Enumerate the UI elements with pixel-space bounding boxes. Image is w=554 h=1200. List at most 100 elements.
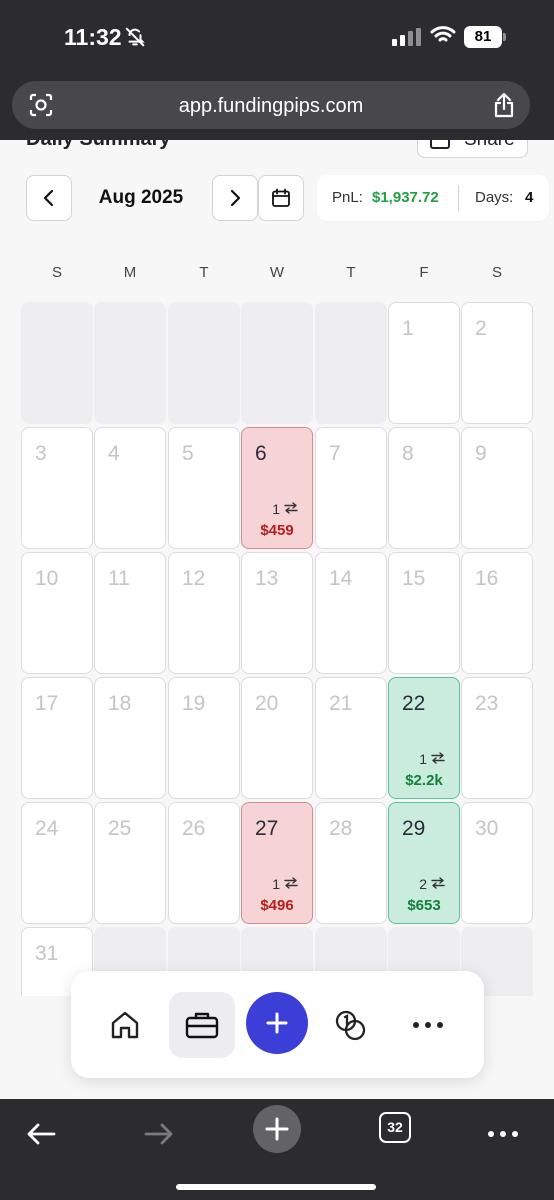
share-button[interactable]: Share	[417, 140, 528, 158]
weekday-label: F	[419, 264, 429, 281]
calendar-day-cell[interactable]: 11	[94, 552, 166, 674]
day-number: 3	[35, 442, 47, 465]
trade-count: 1	[419, 751, 427, 767]
calendar-day-cell[interactable]: 27 1 $496	[241, 802, 313, 924]
home-indicator	[176, 1184, 376, 1190]
day-number: 10	[35, 567, 59, 590]
previous-month-button[interactable]	[26, 175, 72, 221]
day-pnl: $459	[260, 522, 294, 539]
calendar-day-cell[interactable]: 23	[461, 677, 533, 799]
calendar-day-cell[interactable]: 9	[461, 427, 533, 549]
nav-accounts-button[interactable]	[169, 992, 235, 1058]
chevron-right-icon	[230, 189, 241, 207]
day-number: 28	[329, 817, 353, 840]
weekday-label: T	[346, 264, 356, 281]
swap-icon	[431, 752, 445, 764]
browser-forward-button[interactable]	[134, 1109, 184, 1159]
calendar-day-cell[interactable]: 7	[315, 427, 387, 549]
browser-menu-button[interactable]	[478, 1109, 528, 1159]
day-number: 19	[182, 692, 206, 715]
trade-count: 1	[272, 876, 280, 892]
nav-payouts-button[interactable]	[317, 992, 383, 1058]
share-button-label: Share	[464, 140, 515, 151]
url-bar[interactable]: app.fundingpips.com	[12, 81, 530, 129]
cellular-signal-icon	[392, 28, 421, 46]
calendar-day-cell[interactable]: 24	[21, 802, 93, 924]
day-number: 22	[402, 692, 426, 715]
calendar-day-cell[interactable]: 20	[241, 677, 313, 799]
nav-home-button[interactable]	[92, 992, 158, 1058]
trade-count-row: 1	[419, 751, 445, 767]
calendar-day-cell[interactable]: 13	[241, 552, 313, 674]
calendar-day-cell[interactable]: 19	[168, 677, 240, 799]
more-icon	[488, 1131, 518, 1137]
swap-icon	[431, 877, 445, 889]
calendar-day-cell[interactable]: 10	[21, 552, 93, 674]
weekday-label: S	[491, 264, 502, 281]
tab-switcher-button[interactable]: 32	[379, 1112, 411, 1143]
day-number: 14	[329, 567, 353, 590]
calendar-day-cell[interactable]: 1	[388, 302, 460, 424]
days-label: Days:	[475, 189, 514, 206]
weekday-label: W	[269, 264, 285, 281]
calendar-day-cell[interactable]: 14	[315, 552, 387, 674]
add-trade-button[interactable]	[246, 992, 308, 1054]
trade-count-row: 2	[419, 876, 445, 892]
calendar-day-cell[interactable]: 25	[94, 802, 166, 924]
weekday-label: M	[123, 264, 137, 281]
more-icon	[413, 1022, 443, 1028]
calendar-grid: 1 2 3 4 5 6 1 $459 7 8 9 10 11 12 13 14 15 16 17 18 19 20 21 22…	[0, 302, 554, 996]
day-number: 1	[402, 317, 414, 340]
trade-count-row: 1	[272, 876, 298, 892]
status-time: 11:32	[64, 24, 122, 50]
calendar-empty-cell	[21, 302, 93, 424]
page-title: Daily Summary	[26, 140, 171, 151]
day-number: 27	[255, 817, 279, 840]
next-month-button[interactable]	[212, 175, 258, 221]
calendar-day-cell[interactable]: 29 2 $653	[388, 802, 460, 924]
day-number: 30	[475, 817, 499, 840]
day-number: 8	[402, 442, 414, 465]
day-number: 16	[475, 567, 499, 590]
calendar-day-cell[interactable]: 21	[315, 677, 387, 799]
calendar-day-cell[interactable]: 8	[388, 427, 460, 549]
calendar-day-cell[interactable]: 17	[21, 677, 93, 799]
calendar-day-cell[interactable]: 26	[168, 802, 240, 924]
calendar-day-cell[interactable]: 4	[94, 427, 166, 549]
trade-count: 1	[272, 501, 280, 517]
pnl-label: PnL:	[332, 189, 363, 206]
day-number: 7	[329, 442, 341, 465]
calendar-day-cell[interactable]: 22 1 $2.2k	[388, 677, 460, 799]
calendar-day-cell[interactable]: 15	[388, 552, 460, 674]
home-icon	[111, 1011, 139, 1039]
calendar-day-cell[interactable]: 3	[21, 427, 93, 549]
calendar-day-cell[interactable]: 6 1 $459	[241, 427, 313, 549]
battery-level: 81	[464, 26, 502, 48]
browser-back-button[interactable]	[16, 1109, 66, 1159]
url-text[interactable]: app.fundingpips.com	[12, 95, 530, 118]
calendar-day-cell[interactable]: 2	[461, 302, 533, 424]
current-month-label: Aug 2025	[98, 187, 184, 208]
new-tab-button[interactable]	[253, 1105, 301, 1153]
share-icon[interactable]	[492, 91, 516, 119]
day-number: 31	[35, 942, 59, 965]
calendar-day-cell[interactable]: 16	[461, 552, 533, 674]
page-header-clipped: Daily Summary Share	[0, 140, 554, 160]
arrow-right-icon	[144, 1123, 173, 1145]
calendar-day-cell[interactable]: 28	[315, 802, 387, 924]
calendar-day-cell[interactable]: 12	[168, 552, 240, 674]
date-picker-button[interactable]	[258, 175, 304, 221]
calendar-day-cell[interactable]: 5	[168, 427, 240, 549]
weekday-label: S	[51, 264, 62, 281]
calendar-day-cell[interactable]: 30	[461, 802, 533, 924]
day-number: 13	[255, 567, 279, 590]
stats-divider	[458, 185, 459, 211]
plus-icon	[266, 1012, 288, 1034]
day-pnl: $2.2k	[405, 772, 443, 789]
calendar-icon	[272, 188, 290, 207]
day-pnl: $496	[260, 897, 294, 914]
nav-more-button[interactable]	[395, 992, 461, 1058]
calendar-day-cell[interactable]: 18	[94, 677, 166, 799]
day-number: 26	[182, 817, 206, 840]
briefcase-icon	[185, 1012, 219, 1039]
